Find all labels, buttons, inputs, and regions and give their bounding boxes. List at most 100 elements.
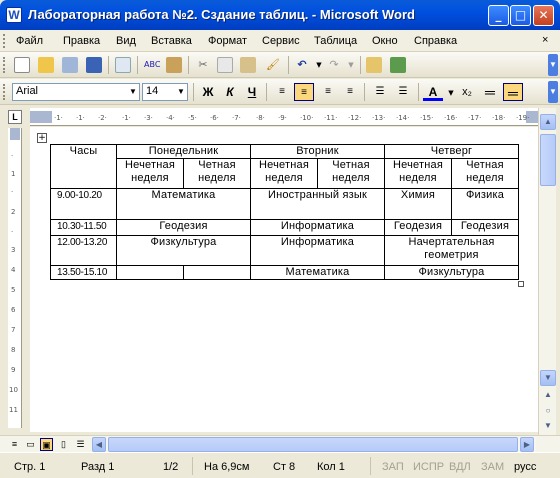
toolbar-grip[interactable]: [3, 84, 6, 100]
menu-view[interactable]: Вид: [116, 35, 136, 47]
tables-borders-icon[interactable]: [390, 57, 406, 73]
next-page-icon[interactable]: ▼: [540, 419, 556, 435]
toolbar-grip[interactable]: [3, 57, 6, 73]
minimize-button[interactable]: _: [488, 5, 509, 26]
horizontal-ruler[interactable]: ·1· ·1· ·2· ·1· ·3· ·4· ·5· ·6· ·7· ·8· ·9· ·10·…: [30, 108, 538, 126]
status-record[interactable]: ЗАП: [382, 461, 404, 473]
underline-button[interactable]: Ч: [242, 83, 262, 101]
status-extend[interactable]: ВДЛ: [449, 461, 471, 473]
vertical-scrollbar[interactable]: ▲ ▼ ▲ ○ ▼: [538, 108, 556, 435]
thursday-even-week[interactable]: Четная неделя: [451, 158, 519, 189]
tuesday-cell[interactable]: Математика: [250, 265, 385, 280]
menu-grip[interactable]: [3, 34, 6, 48]
undo-icon[interactable]: ↶: [294, 57, 310, 73]
numbered-list-icon[interactable]: ☰: [370, 83, 390, 101]
thursday-odd-week[interactable]: Нечетная неделя: [384, 158, 452, 189]
thursday-cell[interactable]: Физкультура: [384, 265, 519, 280]
close-button[interactable]: ✕: [533, 5, 554, 26]
font-size-select[interactable]: 14 ▼: [142, 83, 188, 101]
tuesday-cell[interactable]: Информатика: [250, 235, 385, 266]
format-painter-icon[interactable]: 🖌: [265, 57, 281, 73]
thursday-even-cell[interactable]: Физика: [451, 188, 519, 220]
table-resize-handle[interactable]: [518, 281, 524, 287]
menu-tools[interactable]: Сервис: [262, 35, 300, 47]
print-preview-icon[interactable]: [115, 57, 131, 73]
time-cell[interactable]: 9.00-10.20: [50, 188, 117, 220]
toolbar-options-icon[interactable]: ▼: [548, 54, 558, 76]
undo-dropdown-icon[interactable]: ▼: [311, 57, 327, 73]
bold-button[interactable]: Ж: [198, 83, 218, 101]
scroll-left-icon[interactable]: ◀: [92, 437, 106, 452]
menu-help[interactable]: Справка: [414, 35, 457, 47]
print-layout-icon[interactable]: ▣: [40, 438, 53, 451]
tab-selector-icon[interactable]: L: [8, 110, 22, 124]
open-folder-icon[interactable]: [38, 57, 54, 73]
font-name-select[interactable]: Arial ▼: [12, 83, 140, 101]
align-right-icon[interactable]: ≡: [318, 83, 338, 101]
tuesday-cell[interactable]: Информатика: [250, 219, 385, 236]
scroll-down-icon[interactable]: ▼: [540, 370, 556, 386]
word-app-icon[interactable]: W: [6, 7, 22, 23]
monday-even-cell[interactable]: [183, 265, 251, 280]
scroll-up-icon[interactable]: ▲: [540, 114, 556, 130]
monday-even-week[interactable]: Четная неделя: [183, 158, 251, 189]
header-hours[interactable]: Часы: [50, 144, 117, 189]
redo-icon[interactable]: ↷: [326, 57, 342, 73]
redo-dropdown-icon[interactable]: ▼: [343, 57, 359, 73]
scroll-right-icon[interactable]: ▶: [520, 437, 534, 452]
monday-cell[interactable]: Математика: [116, 188, 251, 220]
thursday-cell[interactable]: Начертательная геометрия: [384, 235, 519, 266]
reading-layout-icon[interactable]: ▯: [57, 438, 70, 451]
monday-cell[interactable]: Геодезия: [116, 219, 251, 236]
hyperlink-icon[interactable]: [366, 57, 382, 73]
time-cell[interactable]: 13.50-15.10: [50, 265, 117, 280]
menu-edit[interactable]: Правка: [63, 35, 100, 47]
bulleted-list-icon[interactable]: ☰: [393, 83, 413, 101]
monday-odd-cell[interactable]: [116, 265, 184, 280]
thursday-odd-cell[interactable]: Геодезия: [384, 219, 452, 236]
tuesday-even-week[interactable]: Четная неделя: [317, 158, 385, 189]
menu-table[interactable]: Таблица: [314, 35, 357, 47]
align-left-icon[interactable]: ≡: [272, 83, 292, 101]
toolbar-options-icon[interactable]: ▼: [548, 81, 558, 103]
tuesday-odd-week[interactable]: Нечетная неделя: [250, 158, 318, 189]
table-move-icon[interactable]: +: [37, 133, 47, 143]
horizontal-scrollbar[interactable]: ◀ ▶: [92, 437, 536, 452]
subscript-button[interactable]: x₂: [457, 83, 477, 101]
schedule-table[interactable]: Часы Понедельник Вторник Четверг Нечетна…: [50, 144, 519, 280]
copy-icon[interactable]: [217, 57, 233, 73]
document-close-icon[interactable]: ×: [542, 34, 548, 46]
document-page[interactable]: + Часы Понедельник Вторник Четверг Нечет…: [30, 127, 538, 432]
new-document-icon[interactable]: [14, 57, 30, 73]
time-cell[interactable]: 12.00-13.20: [50, 235, 117, 266]
header-tuesday[interactable]: Вторник: [250, 144, 385, 159]
font-color-icon[interactable]: A: [423, 83, 443, 101]
vertical-ruler[interactable]: · 1 · 2 · 3 4 5 6 7 8 9 10 11: [8, 128, 22, 428]
paste-icon[interactable]: [240, 57, 256, 73]
outline-view-icon[interactable]: ☰: [74, 438, 87, 451]
align-center-icon[interactable]: ≡: [294, 83, 314, 101]
save-icon[interactable]: [86, 57, 102, 73]
strikethrough-icon[interactable]: ═: [480, 83, 500, 101]
justify-icon[interactable]: ≡: [340, 83, 360, 101]
web-layout-icon[interactable]: ▭: [24, 438, 37, 451]
cut-icon[interactable]: ✂: [195, 57, 211, 73]
thursday-even-cell[interactable]: Геодезия: [451, 219, 519, 236]
horizontal-scroll-thumb[interactable]: [108, 437, 518, 452]
italic-button[interactable]: К: [220, 83, 240, 101]
highlight-icon[interactable]: ═: [503, 83, 523, 101]
thursday-odd-cell[interactable]: Химия: [384, 188, 452, 220]
menu-insert[interactable]: Вставка: [151, 35, 192, 47]
time-cell[interactable]: 10.30-11.50: [50, 219, 117, 236]
maximize-button[interactable]: □: [510, 5, 531, 26]
select-browse-object-icon[interactable]: ○: [540, 404, 556, 420]
menu-window[interactable]: Окно: [372, 35, 398, 47]
tuesday-cell[interactable]: Иностранный язык: [250, 188, 385, 220]
scroll-thumb[interactable]: [540, 134, 556, 186]
header-thursday[interactable]: Четверг: [384, 144, 519, 159]
previous-page-icon[interactable]: ▲: [540, 388, 556, 404]
menu-format[interactable]: Формат: [208, 35, 247, 47]
normal-view-icon[interactable]: ≡: [8, 438, 21, 451]
monday-odd-week[interactable]: Нечетная неделя: [116, 158, 184, 189]
menu-file[interactable]: Файл: [16, 35, 43, 47]
